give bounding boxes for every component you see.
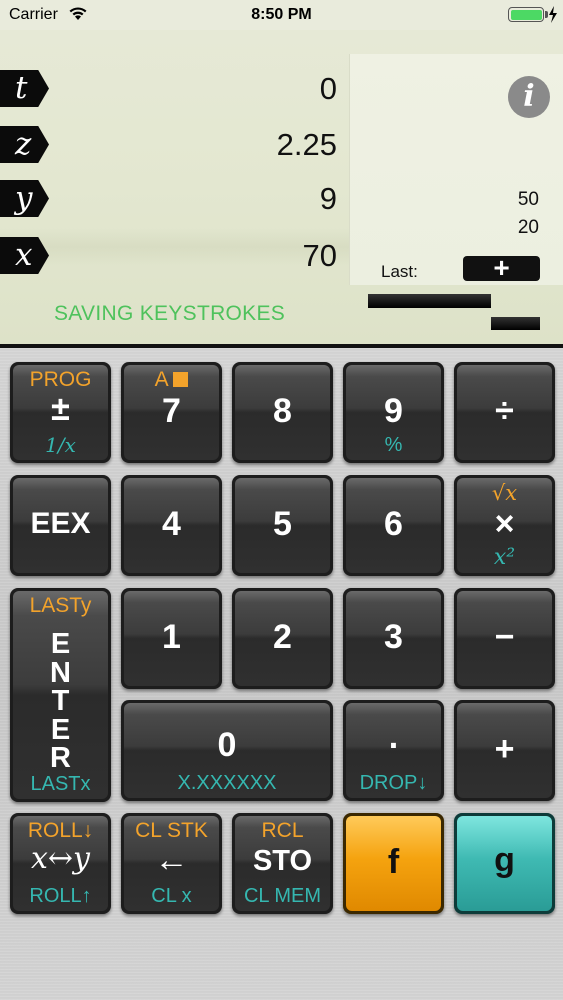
stack-row-z: z 2.25 — [0, 126, 345, 166]
annunciator-bar — [368, 294, 491, 308]
key-6[interactable]: 6 — [343, 475, 444, 576]
eex-key[interactable]: EEX — [10, 475, 111, 576]
key-g-label: CL MEM — [243, 885, 322, 907]
key-label: × — [494, 505, 515, 543]
register-label-t: t — [0, 70, 49, 107]
register-value-z: 2.25 — [276, 127, 337, 162]
subtract-key[interactable]: − — [454, 588, 555, 689]
swap-xy-key[interactable]: ROLL↓ x↔y ROLL↑ — [10, 813, 111, 914]
key-label: x↔y — [30, 841, 90, 876]
key-label: 1 — [162, 618, 181, 656]
sto-key[interactable]: RCL STO CL MEM — [232, 813, 333, 914]
divide-key[interactable]: ÷ — [454, 362, 555, 463]
key-g-label: DROP↓ — [359, 772, 428, 794]
f-shift-key[interactable]: f — [343, 813, 444, 914]
key-label: STO — [252, 845, 313, 877]
key-label: 7 — [162, 392, 181, 430]
register-label-x: x — [0, 237, 49, 274]
stack-row-x: x 70 — [0, 237, 345, 277]
key-f-label: A — [121, 369, 222, 391]
key-f-label: √x — [491, 481, 518, 505]
decimal-point-key[interactable]: . DROP↓ — [343, 700, 444, 801]
key-label: ÷ — [495, 392, 514, 430]
key-g-label: LASTx — [30, 773, 91, 795]
key-f-label: RCL — [261, 819, 304, 842]
key-f-label: ROLL↓ — [27, 819, 94, 842]
info-button[interactable]: i — [508, 76, 550, 118]
key-f-label: CL STK — [135, 819, 208, 842]
register-label-y: y — [0, 180, 49, 217]
key-label: − — [494, 618, 515, 656]
annunciator-bar — [491, 317, 540, 330]
status-bar: Carrier 8:50 PM — [0, 0, 563, 30]
clock: 8:50 PM — [251, 6, 312, 23]
key-8[interactable]: 8 — [232, 362, 333, 463]
key-g-label: X.XXXXXX — [177, 772, 277, 794]
g-shift-key[interactable]: g — [454, 813, 555, 914]
key-g-label: CL x — [151, 885, 192, 907]
key-label: 2 — [273, 618, 292, 656]
chs-key[interactable]: PROG ± 1/x — [10, 362, 111, 463]
program-line: 50 — [517, 189, 539, 210]
status-message: SAVING KEYSTROKES — [54, 302, 286, 325]
key-label: f — [387, 843, 400, 881]
key-label: + — [494, 730, 515, 768]
key-g-label: ROLL↑ — [29, 885, 92, 907]
stack-row-y: y 9 — [0, 180, 345, 220]
key-label: E N T E R — [50, 628, 71, 774]
key-label: 6 — [384, 505, 403, 543]
backspace-key[interactable]: CL STK ← CL x — [121, 813, 222, 914]
multiply-key[interactable]: √x × x² — [454, 475, 555, 576]
key-2[interactable]: 2 — [232, 588, 333, 689]
key-label: 0 — [217, 726, 237, 764]
key-label: 5 — [273, 505, 292, 543]
register-value-x: 70 — [302, 238, 337, 273]
last-operation-value: + — [463, 254, 540, 282]
add-key[interactable]: + — [454, 700, 555, 801]
key-g-label: % — [384, 434, 403, 456]
key-label: 9 — [384, 392, 403, 430]
key-3[interactable]: 3 — [343, 588, 444, 689]
key-label: 4 — [162, 505, 181, 543]
register-value-t: 0 — [319, 71, 337, 106]
key-label: g — [494, 841, 515, 879]
battery-icon — [508, 7, 544, 22]
backspace-icon: ← — [154, 841, 189, 879]
charging-icon — [549, 6, 557, 23]
key-f-label: LASTy — [29, 594, 92, 617]
key-g-label: x² — [493, 545, 516, 570]
key-9[interactable]: 9 % — [343, 362, 444, 463]
stack-row-t: t 0 — [0, 70, 345, 110]
key-label: EEX — [30, 507, 91, 540]
key-f-label: PROG — [29, 368, 92, 391]
key-0[interactable]: 0 X.XXXXXX — [121, 700, 333, 801]
key-label: 3 — [384, 618, 403, 656]
key-label: . — [388, 718, 399, 756]
last-operation-label: Last: — [381, 262, 418, 281]
key-4[interactable]: 4 — [121, 475, 222, 576]
square-icon — [173, 372, 189, 387]
key-label: ± — [51, 390, 70, 428]
key-g-label: 1/x — [45, 433, 76, 457]
program-line: 20 — [517, 217, 539, 238]
key-label: 8 — [273, 392, 292, 430]
register-value-y: 9 — [319, 181, 337, 216]
key-5[interactable]: 5 — [232, 475, 333, 576]
key-1[interactable]: 1 — [121, 588, 222, 689]
enter-key[interactable]: LASTy E N T E R LASTx — [10, 588, 111, 802]
register-label-z: z — [0, 126, 49, 163]
key-7[interactable]: A 7 — [121, 362, 222, 463]
